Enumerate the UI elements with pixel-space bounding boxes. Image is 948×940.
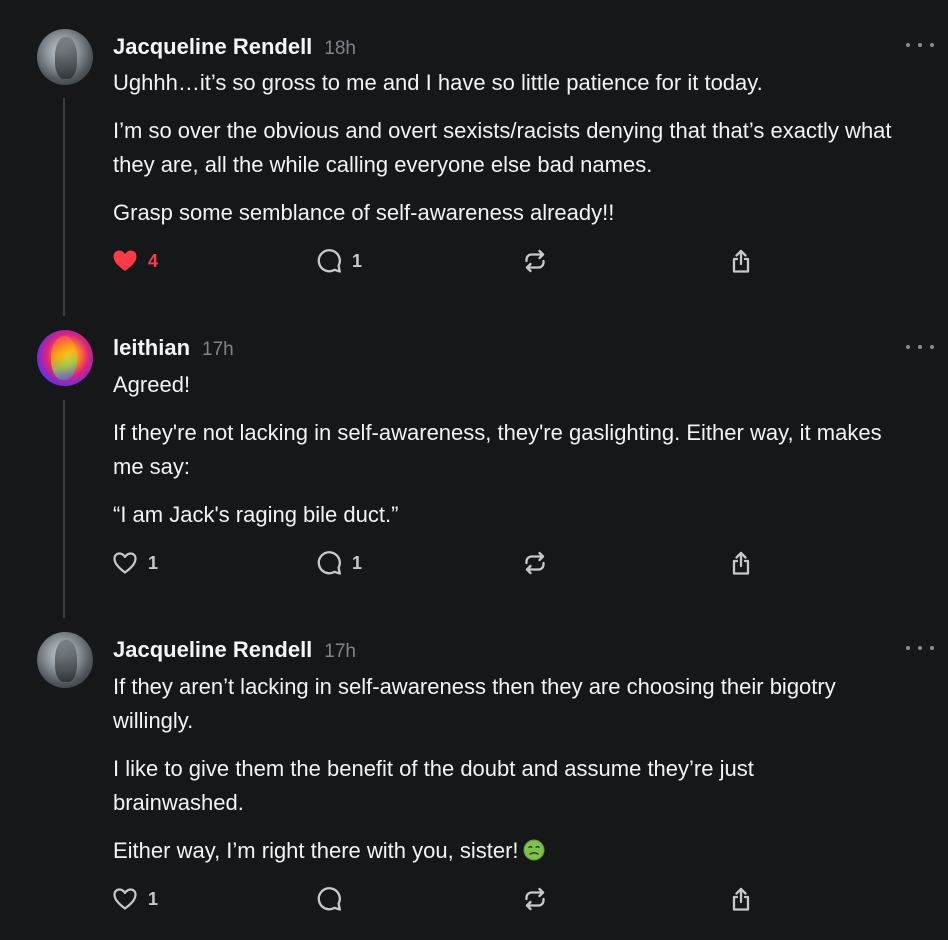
like-button[interactable]: 1 bbox=[112, 883, 158, 915]
post-header: Jacqueline Rendell 18h bbox=[113, 34, 356, 60]
avatar[interactable] bbox=[37, 29, 93, 85]
avatar[interactable] bbox=[37, 632, 93, 688]
thread-line bbox=[63, 98, 65, 316]
post-text: Agreed! bbox=[113, 372, 191, 397]
repost-button[interactable] bbox=[522, 547, 548, 579]
heart-icon bbox=[113, 250, 137, 271]
like-count: 1 bbox=[148, 552, 159, 573]
timestamp[interactable]: 17h bbox=[324, 641, 356, 663]
more-dots-icon[interactable] bbox=[906, 341, 934, 353]
share-button[interactable] bbox=[728, 883, 754, 915]
post-text: I like to give them the benefit of the d… bbox=[113, 756, 754, 815]
like-count: 1 bbox=[148, 888, 159, 909]
heart-icon bbox=[113, 888, 137, 910]
post-actions: 1 bbox=[0, 883, 948, 915]
post-text: Either way, I’m right there with you, si… bbox=[113, 838, 519, 863]
more-dots-icon[interactable] bbox=[906, 642, 934, 654]
comment-bubble-icon bbox=[317, 887, 341, 911]
author-name[interactable]: Jacqueline Rendell bbox=[113, 637, 312, 663]
timestamp[interactable]: 18h bbox=[324, 38, 356, 60]
repost-button[interactable] bbox=[522, 245, 548, 277]
comment-bubble-icon bbox=[317, 551, 341, 575]
post-actions: 1 1 bbox=[0, 547, 948, 579]
thread-line bbox=[63, 400, 65, 618]
repost-icon bbox=[525, 249, 545, 273]
repost-button[interactable] bbox=[522, 883, 548, 915]
reply-count: 1 bbox=[352, 250, 363, 271]
like-count: 4 bbox=[148, 250, 159, 271]
post-header: leithian 17h bbox=[113, 335, 234, 361]
share-icon bbox=[732, 887, 750, 911]
share-button[interactable] bbox=[728, 547, 754, 579]
author-name[interactable]: Jacqueline Rendell bbox=[113, 34, 312, 60]
share-button[interactable] bbox=[728, 245, 754, 277]
reply-count: 1 bbox=[352, 552, 363, 573]
post-text: If they're not lacking in self-awareness… bbox=[113, 420, 882, 479]
heart-icon bbox=[113, 552, 137, 574]
like-button[interactable]: 1 bbox=[112, 547, 158, 579]
share-icon bbox=[732, 551, 750, 575]
post-text: “I am Jack's raging bile duct.” bbox=[113, 502, 399, 527]
comment-bubble-icon bbox=[317, 249, 341, 273]
post-text: Grasp some semblance of self-awareness a… bbox=[113, 200, 615, 225]
like-button[interactable]: 4 bbox=[112, 245, 158, 277]
reply-button[interactable] bbox=[316, 883, 342, 915]
reply-button[interactable]: 1 bbox=[316, 547, 362, 579]
share-icon bbox=[732, 249, 750, 273]
post-text: Ughhh…it’s so gross to me and I have so … bbox=[113, 70, 763, 95]
timestamp[interactable]: 17h bbox=[202, 339, 234, 361]
nauseated-face-icon bbox=[523, 839, 545, 861]
post-text: If they aren’t lacking in self-awareness… bbox=[113, 674, 836, 733]
repost-icon bbox=[525, 887, 545, 911]
avatar[interactable] bbox=[37, 330, 93, 386]
post-text: I’m so over the obvious and overt sexist… bbox=[113, 118, 892, 177]
more-dots-icon[interactable] bbox=[906, 39, 934, 51]
post-header: Jacqueline Rendell 17h bbox=[113, 637, 356, 663]
reply-button[interactable]: 1 bbox=[316, 245, 362, 277]
post-actions: 4 1 bbox=[0, 245, 948, 277]
repost-icon bbox=[525, 551, 545, 575]
author-name[interactable]: leithian bbox=[113, 335, 190, 361]
post-text-with-emoji: Either way, I’m right there with you, si… bbox=[113, 834, 913, 868]
